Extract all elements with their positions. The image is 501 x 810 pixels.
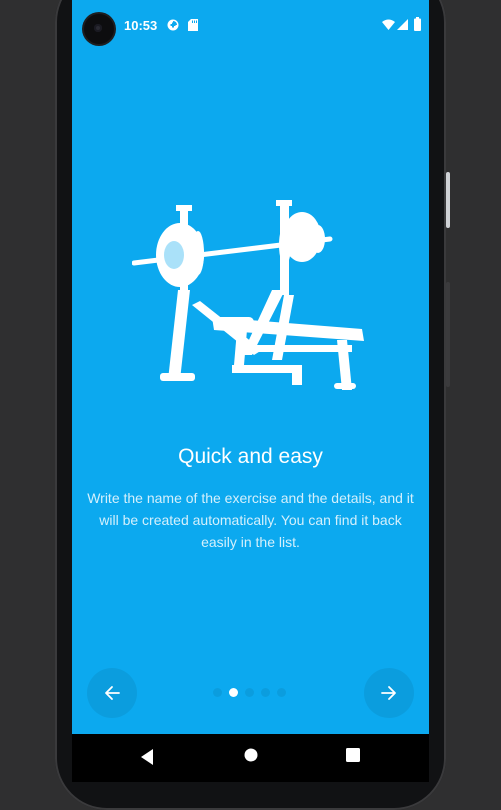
onboarding-title: Quick and easy <box>178 445 323 468</box>
bench-press-icon <box>132 200 364 390</box>
next-button[interactable] <box>364 668 414 718</box>
signal-icon <box>397 19 408 30</box>
data-saver-icon <box>167 19 179 31</box>
page-dot[interactable] <box>213 688 222 697</box>
page-dot[interactable] <box>245 688 254 697</box>
back-icon[interactable] <box>139 748 155 766</box>
power-button <box>446 172 450 228</box>
battery-icon <box>414 17 421 31</box>
volume-button <box>446 282 450 387</box>
arrow-left-icon <box>105 686 120 700</box>
page-dot-active[interactable] <box>229 688 238 697</box>
previous-button[interactable] <box>87 668 137 718</box>
page-dot[interactable] <box>261 688 270 697</box>
home-icon[interactable] <box>244 748 258 762</box>
app-screen: 10:53 Quick and easy Write the name of t… <box>72 0 429 782</box>
system-navigation-bar <box>72 734 429 782</box>
status-time: 10:53 <box>124 18 158 33</box>
status-bar: 10:53 <box>72 0 429 50</box>
page-indicator <box>213 688 286 698</box>
page-dot[interactable] <box>277 688 286 697</box>
sd-card-icon <box>188 19 198 31</box>
onboarding-description: Write the name of the exercise and the d… <box>87 490 414 550</box>
recents-icon[interactable] <box>346 748 360 762</box>
front-camera <box>84 14 114 44</box>
wifi-icon <box>382 19 395 30</box>
arrow-right-icon <box>381 686 396 700</box>
